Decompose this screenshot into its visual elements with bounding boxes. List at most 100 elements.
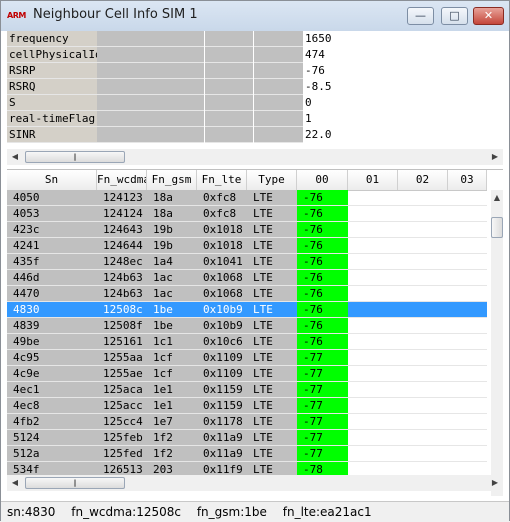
scroll-thumb[interactable]: ‖ [25,151,125,163]
table-vertical-scrollbar[interactable]: ▲ [491,190,503,496]
info-key: RSRQ [7,79,97,95]
table-row[interactable]: 49be 125161 1c1 0x10c6 LTE -76 [7,334,487,350]
table-row[interactable]: 4c95 1255aa 1cf 0x1109 LTE -77 [7,350,487,366]
table-row[interactable]: 4241 124644 19b 0x1018 LTE -76 [7,238,487,254]
scroll-left-icon[interactable]: ◀ [7,475,23,491]
table-row[interactable]: 4050 124123 18a 0xfc8 LTE -76 [7,190,487,206]
scroll-left-icon[interactable]: ◀ [7,149,23,165]
info-empty-cell [97,63,195,79]
info-value: 474 [305,48,325,61]
table-row[interactable]: 446d 124b63 1ac 0x1068 LTE -76 [7,270,487,286]
table-cell: -76 [297,270,348,286]
column-header[interactable]: 01 [348,170,398,190]
table-cell: 0x1018 [197,238,247,254]
column-header[interactable]: Type [247,170,297,190]
table-cell [398,430,448,446]
info-key: S [7,95,97,111]
maximize-button[interactable]: □ [441,7,468,25]
table-cell: 18a [147,190,197,206]
table-cell: 4053 [7,206,97,222]
info-empty-cell [97,111,195,127]
minimize-button[interactable]: — [407,7,434,25]
table-cell [448,414,487,430]
table-cell [398,334,448,350]
table-cell [398,414,448,430]
table-cell: 1255aa [97,350,147,366]
info-empty-cell [195,127,204,143]
column-header[interactable]: Fn_lte [197,170,247,190]
table-row[interactable]: 4fb2 125cc4 1e7 0x1178 LTE -77 [7,414,487,430]
table-cell [448,302,487,318]
info-empty-cell [205,127,253,143]
table-cell: -76 [297,254,348,270]
table-cell: 0x1018 [197,222,247,238]
table-cell [448,366,487,382]
status-gsm: fn_gsm:1be [196,505,267,519]
table-cell [348,302,398,318]
table-cell: 1248ec [97,254,147,270]
info-row: RSRP -76 [7,63,503,79]
table-cell [398,206,448,222]
info-empty-cell [254,47,303,63]
table-row[interactable]: 4053 124124 18a 0xfc8 LTE -76 [7,206,487,222]
vertical-scroll-thumb[interactable] [491,217,503,238]
table-cell [448,350,487,366]
column-header[interactable]: Sn [7,170,97,190]
table-cell [348,238,398,254]
close-button[interactable]: ✕ [473,7,504,25]
scroll-up-icon[interactable]: ▲ [489,190,503,206]
scroll-thumb[interactable]: ‖ [25,477,125,489]
table-row[interactable]: 4839 12508f 1be 0x10b9 LTE -76 [7,318,487,334]
table-cell [448,254,487,270]
info-empty-cell [254,95,303,111]
table-row[interactable]: 4ec1 125aca 1e1 0x1159 LTE -77 [7,382,487,398]
table-cell: LTE [247,190,297,206]
table-cell: LTE [247,206,297,222]
table-row[interactable]: 512a 125fed 1f2 0x11a9 LTE -77 [7,446,487,462]
table-cell: 0x1159 [197,398,247,414]
table-cell: LTE [247,430,297,446]
table-cell: LTE [247,334,297,350]
table-row[interactable]: 435f 1248ec 1a4 0x1041 LTE -76 [7,254,487,270]
info-key: frequency [7,31,97,47]
table-cell: 0x1068 [197,270,247,286]
table-cell [398,382,448,398]
table-row[interactable]: 4470 124b63 1ac 0x1068 LTE -76 [7,286,487,302]
column-header[interactable]: Fn_gsm [147,170,197,190]
table-cell: 1cf [147,366,197,382]
table-row[interactable]: 4ec8 125acc 1e1 0x1159 LTE -77 [7,398,487,414]
table-cell: -76 [297,238,348,254]
info-key: RSRP [7,63,97,79]
table-cell [448,382,487,398]
table-cell: 0x11a9 [197,446,247,462]
table-cell: -77 [297,414,348,430]
table-row[interactable]: 5124 125feb 1f2 0x11a9 LTE -77 [7,430,487,446]
table-cell [398,222,448,238]
table-cell: LTE [247,254,297,270]
table-row[interactable]: 4c9e 1255ae 1cf 0x1109 LTE -77 [7,366,487,382]
column-header[interactable]: Fn_wcdma [97,170,147,190]
column-header[interactable]: 02 [398,170,448,190]
info-horizontal-scrollbar[interactable]: ◀ ‖ ▶ [7,149,503,165]
table-cell: LTE [247,270,297,286]
info-empty-cell [205,111,253,127]
table-cell: -77 [297,382,348,398]
table-cell: 0x1068 [197,286,247,302]
table-horizontal-scrollbar[interactable]: ◀ ‖ ▶ [7,475,503,491]
title-bar[interactable]: ARM Neighbour Cell Info SIM 1 — □ ✕ [1,1,509,31]
table-cell [398,238,448,254]
table-row[interactable]: 423c 124643 19b 0x1018 LTE -76 [7,222,487,238]
table-cell [398,446,448,462]
column-header[interactable]: 03 [448,170,487,190]
table-row[interactable]: 4830 12508c 1be 0x10b9 LTE -76 [7,302,487,318]
table-cell: 0x1041 [197,254,247,270]
scroll-right-icon[interactable]: ▶ [487,475,503,491]
neighbour-cell-window: ARM Neighbour Cell Info SIM 1 — □ ✕ freq… [0,0,510,521]
scroll-right-icon[interactable]: ▶ [487,149,503,165]
info-value: -8.5 [305,80,332,93]
column-header[interactable]: 00 [297,170,348,190]
table-cell: 0x1109 [197,350,247,366]
table-cell: 0x10c6 [197,334,247,350]
table-cell: 1cf [147,350,197,366]
table-cell: 0x1178 [197,414,247,430]
